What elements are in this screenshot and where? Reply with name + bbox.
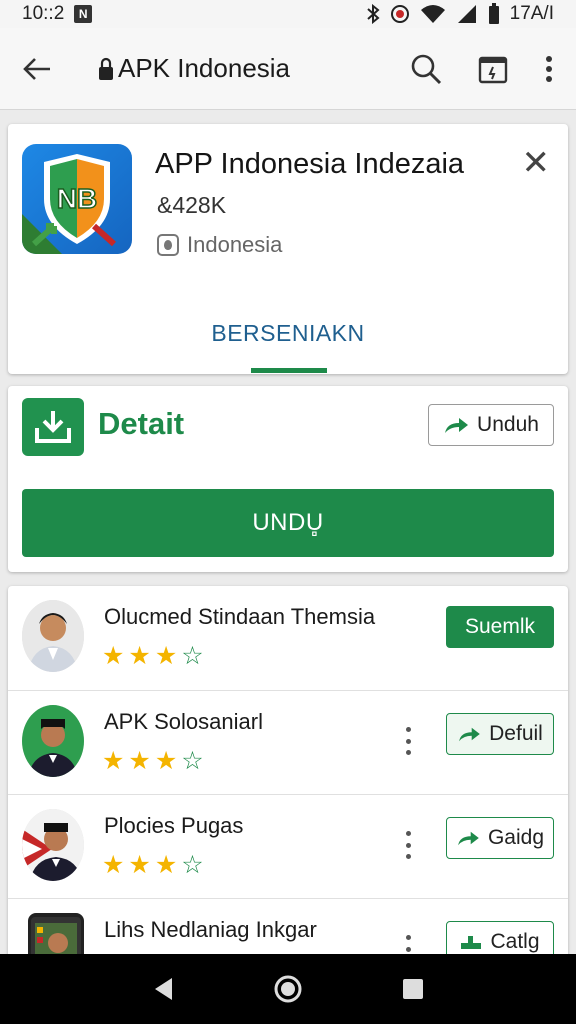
calendar-icon[interactable] bbox=[478, 54, 508, 84]
unduh-button-label: Unduh bbox=[477, 413, 539, 436]
more-vert-icon[interactable] bbox=[544, 55, 554, 83]
status-clock-right: 17A/I bbox=[509, 3, 554, 24]
app-size: &428K bbox=[157, 192, 227, 218]
signal-icon bbox=[457, 5, 476, 23]
app-title: APP Indonesia Indezaia bbox=[155, 148, 465, 180]
star-filled-icon: ★ bbox=[102, 747, 125, 775]
item-action-label: Defuil bbox=[489, 722, 543, 745]
star-filled-icon: ★ bbox=[128, 851, 151, 879]
close-button[interactable]: ✕ bbox=[522, 146, 551, 180]
page-title: APK Indonesia bbox=[98, 53, 290, 84]
app-bar-actions bbox=[410, 53, 554, 85]
unduh-button[interactable]: Unduh bbox=[428, 404, 554, 446]
more-vert-icon[interactable] bbox=[404, 831, 412, 859]
more-vert-icon[interactable] bbox=[404, 727, 412, 755]
avatar bbox=[22, 705, 84, 777]
star-filled-icon: ★ bbox=[154, 642, 178, 670]
item-action-button[interactable]: Suemlk bbox=[446, 606, 554, 648]
star-rating: ★ ★ ★ ☆ bbox=[102, 644, 204, 669]
star-filled-icon: ★ bbox=[128, 747, 151, 775]
star-outline-icon: ☆ bbox=[181, 851, 204, 879]
star-filled-icon: ★ bbox=[128, 642, 151, 670]
page-title-text: APK Indonesia bbox=[118, 53, 291, 83]
item-action-label: Gaidg bbox=[487, 826, 545, 849]
app-region-text: Indonesia bbox=[187, 232, 283, 257]
star-filled-icon: ★ bbox=[154, 747, 178, 775]
search-icon[interactable] bbox=[410, 53, 442, 85]
nav-home-button[interactable] bbox=[263, 964, 313, 1014]
back-arrow-icon[interactable] bbox=[22, 56, 52, 82]
status-time: 10::2 bbox=[22, 3, 65, 24]
tab-berseniakn[interactable]: BERSENIAKN bbox=[8, 320, 568, 347]
download-icon bbox=[22, 398, 84, 456]
nav-recents-button[interactable] bbox=[388, 964, 438, 1014]
star-filled-icon: ★ bbox=[102, 851, 125, 879]
record-icon bbox=[390, 5, 409, 23]
wifi-icon bbox=[420, 5, 445, 23]
shield-logo-icon: NB bbox=[22, 154, 117, 254]
star-rating: ★ ★ ★ ☆ bbox=[102, 853, 204, 878]
status-icons: 17A/I bbox=[366, 3, 554, 25]
star-outline-icon: ☆ bbox=[181, 642, 204, 670]
chart-icon bbox=[461, 936, 482, 949]
share-arrow-icon bbox=[459, 727, 480, 742]
tab-indicator bbox=[251, 368, 327, 373]
app-list-card: Olucmed Stindaan Themsia ★ ★ ★ ☆ Suemlk … bbox=[8, 586, 568, 966]
star-filled-icon: ★ bbox=[154, 851, 178, 879]
list-item[interactable]: Plocies Pugas ★ ★ ★ ☆ Gaidg bbox=[8, 794, 568, 898]
download-card: Detait Unduh UNDU̻ bbox=[8, 386, 568, 572]
item-title: Olucmed Stindaan Themsia bbox=[104, 604, 376, 629]
star-filled-icon: ★ bbox=[102, 642, 125, 670]
avatar bbox=[22, 809, 84, 881]
bluetooth-icon bbox=[366, 4, 380, 24]
nav-back-icon bbox=[154, 978, 172, 1000]
star-outline-icon: ☆ bbox=[181, 747, 204, 775]
item-action-button[interactable]: Gaidg bbox=[446, 817, 554, 859]
list-item[interactable]: APK Solosaniarl ★ ★ ★ ☆ Defuil bbox=[8, 690, 568, 794]
item-action-label: Catlg bbox=[490, 930, 540, 953]
nav-back-button[interactable] bbox=[138, 964, 188, 1014]
nav-recents-icon bbox=[403, 979, 424, 999]
app-info-card: NB APP Indonesia Indezaia &428K Indonesi… bbox=[8, 124, 568, 374]
main-download-button[interactable]: UNDU̻ bbox=[22, 489, 554, 557]
battery-icon bbox=[488, 3, 499, 24]
share-arrow-icon bbox=[458, 831, 479, 846]
star-rating: ★ ★ ★ ☆ bbox=[102, 749, 204, 774]
share-arrow-icon bbox=[445, 418, 469, 433]
item-title: Lihs Nedlaniag Inkgar bbox=[104, 917, 317, 942]
app-region: Indonesia bbox=[157, 232, 282, 258]
status-bar: 10::2 N 17A/I bbox=[0, 0, 576, 28]
lock-icon bbox=[99, 57, 113, 80]
avatar bbox=[22, 600, 84, 672]
nav-home-icon bbox=[274, 975, 302, 1003]
app-logo-letters: NB bbox=[57, 183, 97, 214]
download-title: Detait bbox=[98, 406, 185, 441]
list-item[interactable]: Olucmed Stindaan Themsia ★ ★ ★ ☆ Suemlk bbox=[8, 586, 568, 690]
item-action-button[interactable]: Defuil bbox=[446, 713, 554, 755]
app-logo: NB bbox=[22, 144, 132, 254]
item-title: APK Solosaniarl bbox=[104, 709, 263, 734]
notification-app-icon: N bbox=[74, 5, 93, 23]
location-icon bbox=[157, 234, 179, 256]
top-app-bar: APK Indonesia bbox=[0, 28, 576, 110]
item-title: Plocies Pugas bbox=[104, 813, 244, 838]
system-nav-bar bbox=[0, 954, 576, 1024]
